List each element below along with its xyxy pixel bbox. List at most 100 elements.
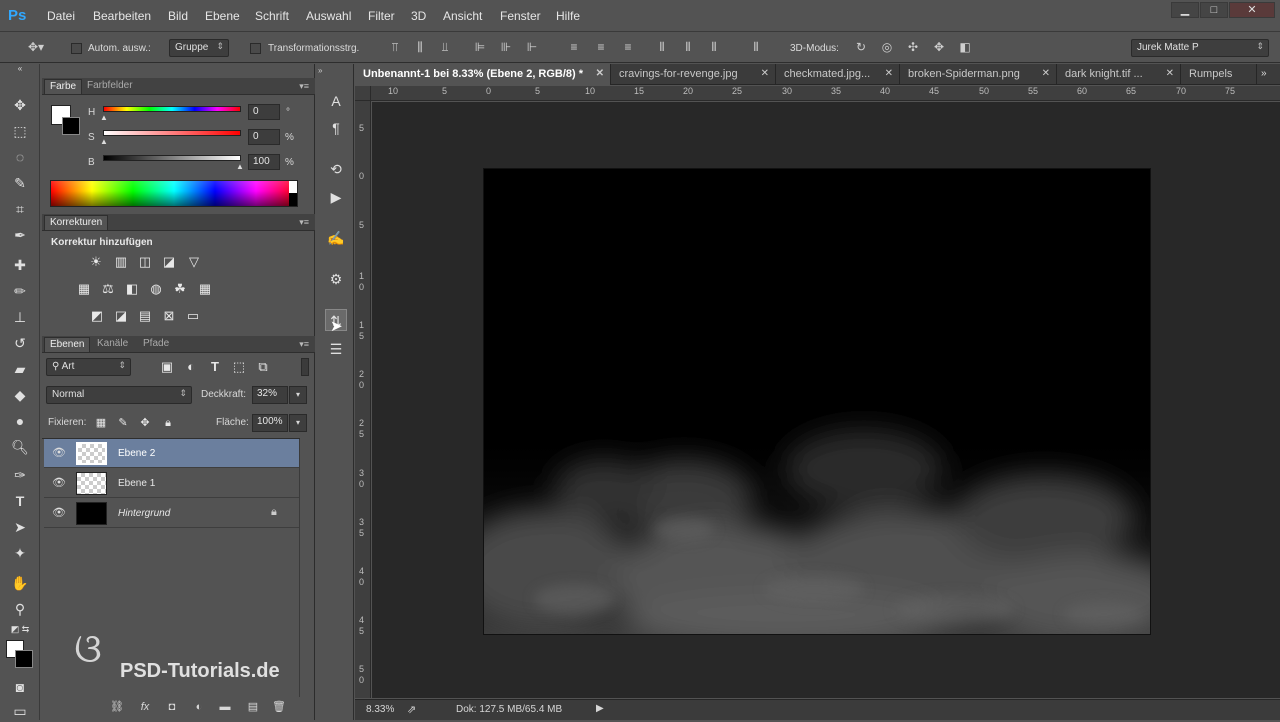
fill-slider-button[interactable]: ▾ <box>289 414 307 432</box>
brightness-value[interactable]: 100 <box>248 154 280 170</box>
history-brush-tool-icon[interactable]: ↺ <box>8 332 32 354</box>
hue-saturation-icon[interactable]: ▦ <box>75 281 93 297</box>
new-group-icon[interactable]: ▬ <box>217 700 233 714</box>
doc-tab[interactable]: broken-Spiderman.png ✕ <box>900 64 1057 85</box>
menu-hilfe[interactable]: Hilfe <box>556 9 580 23</box>
layer-style-icon[interactable]: fx <box>137 700 153 714</box>
crop-tool-icon[interactable]: ⌗ <box>8 198 32 220</box>
align-hcenter-icon[interactable]: ⊪ <box>498 40 514 54</box>
filter-shape-icon[interactable]: ⬚ <box>230 359 248 375</box>
tab-ebenen[interactable]: Ebenen <box>44 337 91 352</box>
screen-mode-icon[interactable]: ▭ <box>8 700 32 722</box>
brightness-slider-handle[interactable]: ▲ <box>236 162 244 171</box>
background-color-swatch[interactable] <box>15 650 33 668</box>
color-lookup-icon[interactable]: ▦ <box>196 281 214 297</box>
menu-ebene[interactable]: Ebene <box>205 9 240 23</box>
brightness-contrast-icon[interactable]: ☀ <box>87 254 105 270</box>
color-spectrum[interactable] <box>50 180 298 207</box>
filter-adjustment-icon[interactable]: ◐ <box>182 359 200 375</box>
doc-tab[interactable]: cravings-for-revenge.jpg ✕ <box>611 64 776 85</box>
filter-smart-object-icon[interactable]: ⧉ <box>254 359 272 375</box>
type-tool-icon[interactable]: T <box>8 490 32 512</box>
brightness-slider[interactable] <box>103 155 241 161</box>
move-tool-icon[interactable]: ✥ <box>8 94 32 116</box>
exposure-icon[interactable]: ◪ <box>160 254 178 270</box>
saturation-slider-handle[interactable]: ▲ <box>100 137 108 146</box>
menu-auswahl[interactable]: Auswahl <box>306 9 351 23</box>
menu-filter[interactable]: Filter <box>368 9 395 23</box>
quick-mask-icon[interactable]: ◙ <box>8 676 32 698</box>
maximize-button[interactable]: □ <box>1200 2 1228 18</box>
hue-slider-handle[interactable]: ▲ <box>100 113 108 122</box>
brush-tool-icon[interactable]: ✏ <box>8 280 32 302</box>
document-canvas[interactable] <box>484 169 1150 634</box>
align-right-icon[interactable]: ⊩ <box>524 40 540 54</box>
healing-brush-tool-icon[interactable]: ✚ <box>8 254 32 276</box>
actions-panel-icon[interactable]: ▶ <box>325 186 347 208</box>
blend-mode-dropdown[interactable]: Normal ⇕ <box>46 386 192 404</box>
tab-korrekturen[interactable]: Korrekturen <box>44 215 109 230</box>
visibility-eye-icon[interactable]: 👁︎ <box>52 477 66 489</box>
tab-farbfelder[interactable]: Farbfelder <box>82 80 138 91</box>
lasso-tool-icon[interactable]: ◌ <box>8 146 32 168</box>
3d-rotate-icon[interactable]: ↻ <box>853 40 869 54</box>
brush-presets-icon[interactable]: ✍ <box>325 227 347 249</box>
eraser-tool-icon[interactable]: ▰ <box>8 358 32 380</box>
black-white-icon[interactable]: ◧ <box>123 281 141 297</box>
curves-icon[interactable]: ◫ <box>136 254 154 270</box>
opacity-value[interactable]: 32% <box>252 386 288 404</box>
visibility-eye-icon[interactable]: 👁︎ <box>52 507 66 519</box>
dodge-tool-icon[interactable]: ● <box>8 410 32 432</box>
photo-filter-icon[interactable]: ◍ <box>147 281 165 297</box>
delete-layer-icon[interactable]: 🗑︎ <box>271 700 287 714</box>
color-bg-swatch[interactable] <box>62 117 80 135</box>
share-icon[interactable]: ⇗ <box>407 703 416 716</box>
invert-icon[interactable]: ◩ <box>88 308 106 324</box>
history-panel-icon[interactable]: ⟲ <box>325 158 347 180</box>
fill-value[interactable]: 100% <box>252 414 288 432</box>
distribute-left-icon[interactable]: ⦀ <box>654 40 670 54</box>
align-top-icon[interactable]: ⫪ <box>387 40 403 54</box>
new-adjustment-layer-icon[interactable]: ◐ <box>191 700 207 714</box>
3d-slide-icon[interactable]: ✥ <box>931 40 947 54</box>
distribute-vcenter-icon[interactable]: ≡ <box>593 40 609 54</box>
spectrum-white-swatch[interactable] <box>289 181 297 193</box>
distribute-bottom-icon[interactable]: ≡ <box>620 40 636 54</box>
menu-bearbeiten[interactable]: Bearbeiten <box>93 9 151 23</box>
blur-tool-icon[interactable]: 🔍︎ <box>8 436 32 458</box>
3d-pan-icon[interactable]: ✣ <box>905 40 921 54</box>
move-tool-preset-icon[interactable]: ✥▾ <box>22 40 50 54</box>
filter-type-icon[interactable]: T <box>206 359 224 375</box>
paragraph-panel-icon[interactable]: ¶ <box>325 117 347 139</box>
align-bottom-icon[interactable]: ⫫ <box>437 40 453 54</box>
new-layer-icon[interactable]: ▤ <box>245 700 261 714</box>
path-select-tool-icon[interactable]: ➤ <box>8 516 32 538</box>
lock-all-icon[interactable]: 🔒︎ <box>159 415 177 431</box>
marquee-tool-icon[interactable]: ⬚ <box>8 120 32 142</box>
layers-scrollbar[interactable] <box>299 439 300 697</box>
close-tab-icon[interactable]: ✕ <box>885 68 893 79</box>
layer-row[interactable]: 👁︎ Ebene 2 <box>44 439 299 468</box>
opacity-slider-button[interactable]: ▾ <box>289 386 307 404</box>
auto-select-checkbox[interactable] <box>71 43 82 54</box>
menu-fenster[interactable]: Fenster <box>500 9 541 23</box>
auto-select-dropdown[interactable]: Gruppe ⇕ <box>169 39 229 57</box>
doc-tab[interactable]: Rumpels <box>1181 64 1257 85</box>
tab-kanaele[interactable]: Kanäle <box>92 338 133 349</box>
ruler-corner[interactable] <box>355 86 371 101</box>
default-colors-icon[interactable]: ◩ ⇆ <box>8 622 32 636</box>
3d-scale-icon[interactable]: ◧ <box>957 40 973 54</box>
expand-panels-icon[interactable]: » <box>318 66 322 75</box>
more-tabs-icon[interactable]: » <box>1261 68 1267 79</box>
character-panel-icon[interactable]: A <box>325 90 347 112</box>
doc-tab[interactable]: checkmated.jpg... ✕ <box>776 64 900 85</box>
panel-menu-icon[interactable]: ▾≡ <box>299 81 309 92</box>
close-tab-icon[interactable]: ✕ <box>1166 68 1174 79</box>
tool-presets-icon[interactable]: ⚙ <box>325 268 347 290</box>
auto-align-icon[interactable]: ⫴ <box>748 40 764 54</box>
menu-datei[interactable]: Datei <box>47 9 75 23</box>
threshold-icon[interactable]: ▤ <box>136 308 154 324</box>
color-balance-icon[interactable]: ⚖ <box>99 281 117 297</box>
clone-stamp-tool-icon[interactable]: ⊥ <box>8 306 32 328</box>
panel-menu-icon[interactable]: ▾≡ <box>299 217 309 228</box>
